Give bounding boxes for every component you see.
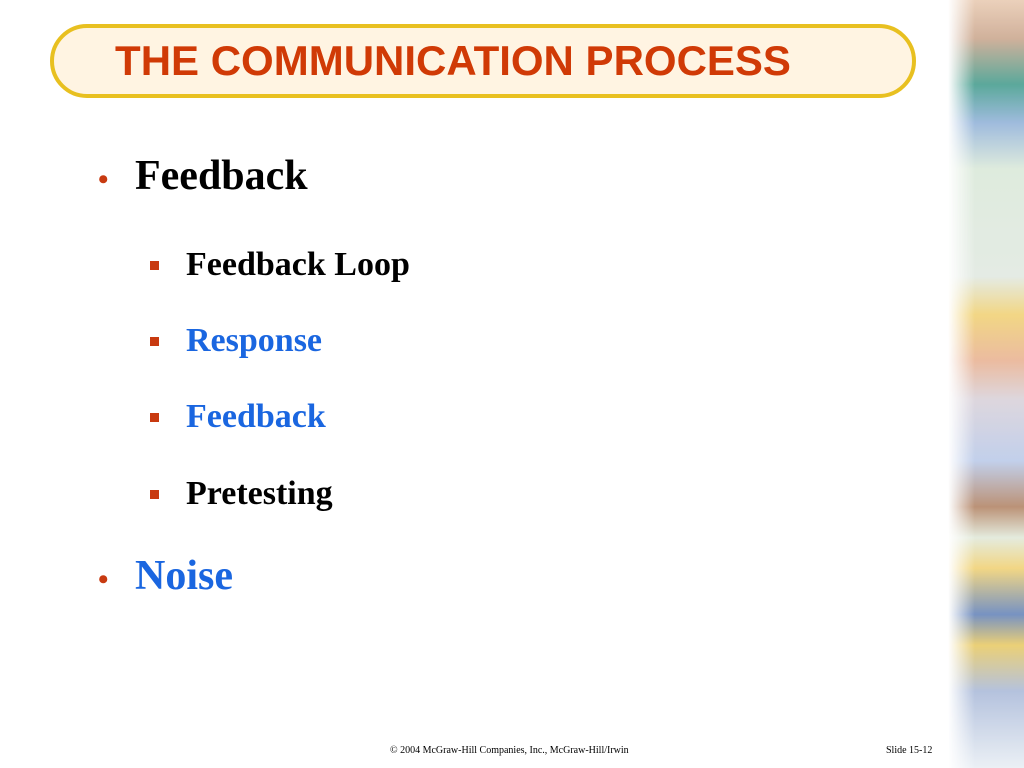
bullet-noise: • Noise (98, 552, 233, 600)
sub-bullet-feedback-loop: Feedback Loop (150, 246, 410, 284)
slide-title: THE COMMUNICATION PROCESS (115, 37, 791, 84)
bullet-feedback: • Feedback (98, 152, 308, 200)
sub-bullet-text: Feedback Loop (186, 246, 410, 283)
sub-bullet-text: Feedback (186, 398, 326, 435)
bullet-text: Noise (135, 553, 233, 599)
slide-number: Slide 15-12 (886, 745, 933, 756)
square-bullet-icon (150, 489, 159, 499)
footer-copyright: © 2004 McGraw-Hill Companies, Inc., McGr… (390, 745, 629, 756)
bullet-text: Feedback (135, 153, 308, 199)
sub-bullet-feedback: Feedback (150, 398, 326, 436)
sub-bullet-text: Response (186, 322, 323, 359)
sub-bullet-pretesting: Pretesting (150, 475, 333, 513)
bullet-dot-icon: • (98, 163, 109, 196)
title-banner: THE COMMUNICATION PROCESS (50, 24, 916, 98)
square-bullet-icon (150, 260, 159, 270)
square-bullet-icon (150, 336, 159, 346)
sub-bullet-text: Pretesting (186, 475, 333, 512)
square-bullet-icon (150, 412, 159, 422)
decorative-side-image (948, 0, 1024, 768)
bullet-dot-icon: • (98, 563, 109, 596)
sub-bullet-response: Response (150, 322, 322, 360)
